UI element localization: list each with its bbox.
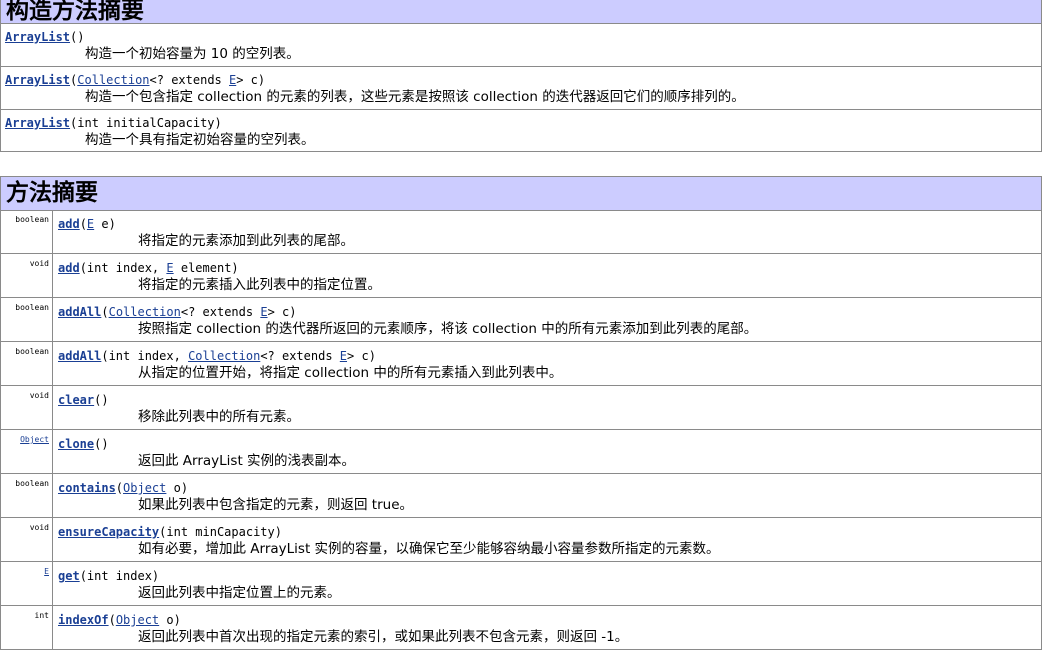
collection-type-link[interactable]: Collection (109, 305, 181, 319)
return-type-cell: Object (1, 430, 53, 473)
object-type-link[interactable]: Object (123, 481, 166, 495)
method-signature: contains(Object o) (58, 481, 189, 495)
constructor-signature: ArrayList(int initialCapacity) (5, 116, 222, 130)
method-link-indexof[interactable]: indexOf (58, 613, 109, 627)
section-gap (0, 156, 1042, 176)
method-link-ensurecapacity[interactable]: ensureCapacity (58, 525, 159, 539)
method-row: boolean addAll(Collection<? extends E> c… (1, 298, 1041, 342)
method-description: 将指定的元素插入此列表中的指定位置。 (138, 277, 381, 293)
type-param-e-link[interactable]: E (340, 349, 347, 363)
method-row: boolean contains(Object o) 如果此列表中包含指定的元素… (1, 474, 1041, 518)
object-type-link[interactable]: Object (20, 435, 49, 444)
constructor-link[interactable]: ArrayList (5, 30, 70, 44)
method-link-addall[interactable]: addAll (58, 305, 101, 319)
javadoc-page: { "constructor_summary": { "title": "构造方… (0, 0, 1042, 655)
return-type: void (1, 254, 53, 297)
constructor-table: ArrayList() 构造一个初始容量为 10 的空列表。 ArrayList… (0, 24, 1042, 152)
method-summary-header: 方法摘要 (0, 176, 1042, 211)
method-link-contains[interactable]: contains (58, 481, 116, 495)
return-type: boolean (1, 210, 53, 253)
method-signature: ensureCapacity(int minCapacity) (58, 525, 282, 539)
method-signature: get(int index) (58, 569, 160, 583)
constructor-row: ArrayList(Collection<? extends E> c) 构造一… (1, 67, 1041, 110)
method-row: int indexOf(Object o) 返回此列表中首次出现的指定元素的索引… (1, 606, 1041, 650)
constructor-row: ArrayList(int initialCapacity) 构造一个具有指定初… (1, 110, 1041, 152)
constructor-description: 构造一个初始容量为 10 的空列表。 (85, 46, 300, 62)
method-row: void add(int index, E element) 将指定的元素插入此… (1, 254, 1041, 298)
type-param-e-link[interactable]: E (44, 567, 49, 576)
constructor-description: 构造一个包含指定 collection 的元素的列表，这些元素是按照该 coll… (85, 89, 745, 105)
method-row: boolean add(E e) 将指定的元素添加到此列表的尾部。 (1, 210, 1041, 254)
constructor-description: 构造一个具有指定初始容量的空列表。 (85, 132, 315, 148)
return-type: void (1, 518, 53, 561)
method-description: 如有必要，增加此 ArrayList 实例的容量，以确保它至少能够容纳最小容量参… (138, 541, 720, 557)
method-row: void ensureCapacity(int minCapacity) 如有必… (1, 518, 1041, 562)
method-description: 返回此列表中指定位置上的元素。 (138, 585, 341, 601)
constructor-signature: ArrayList() (5, 30, 85, 44)
return-type: boolean (1, 474, 53, 517)
return-type: boolean (1, 298, 53, 341)
method-description: 将指定的元素添加到此列表的尾部。 (138, 233, 354, 249)
method-description: 从指定的位置开始，将指定 collection 中的所有元素插入到此列表中。 (138, 365, 563, 381)
type-param-e-link[interactable]: E (260, 305, 267, 319)
type-param-e-link[interactable]: E (166, 261, 173, 275)
constructor-summary-header: 构造方法摘要 (0, 0, 1042, 24)
method-description: 如果此列表中包含指定的元素，则返回 true。 (138, 497, 413, 513)
constructor-row: ArrayList() 构造一个初始容量为 10 的空列表。 (1, 24, 1041, 67)
constructor-signature: ArrayList(Collection<? extends E> c) (5, 73, 266, 87)
object-type-link[interactable]: Object (116, 613, 159, 627)
collection-type-link[interactable]: Collection (188, 349, 260, 363)
return-type: boolean (1, 342, 53, 385)
method-signature: clear() (58, 393, 109, 407)
return-type: void (1, 386, 53, 429)
method-signature: indexOf(Object o) (58, 613, 181, 627)
method-row: boolean addAll(int index, Collection<? e… (1, 342, 1041, 386)
method-row: void clear() 移除此列表中的所有元素。 (1, 386, 1041, 430)
method-description: 返回此 ArrayList 实例的浅表副本。 (138, 453, 356, 469)
method-link-get[interactable]: get (58, 569, 80, 583)
method-link-clone[interactable]: clone (58, 437, 94, 451)
method-link-add[interactable]: add (58, 261, 80, 275)
method-link-add[interactable]: add (58, 217, 80, 231)
method-summary-title: 方法摘要 (6, 180, 98, 206)
constructor-link[interactable]: ArrayList (5, 73, 70, 87)
method-signature: addAll(Collection<? extends E> c) (58, 305, 297, 319)
method-description: 返回此列表中首次出现的指定元素的索引，或如果此列表不包含元素，则返回 -1。 (138, 629, 629, 645)
method-signature: addAll(int index, Collection<? extends E… (58, 349, 376, 363)
method-signature: clone() (58, 437, 109, 451)
method-row: Object clone() 返回此 ArrayList 实例的浅表副本。 (1, 430, 1041, 474)
collection-type-link[interactable]: Collection (77, 73, 149, 87)
method-row: E get(int index) 返回此列表中指定位置上的元素。 (1, 562, 1041, 606)
return-type: int (1, 606, 53, 649)
method-description: 移除此列表中的所有元素。 (138, 409, 300, 425)
return-type-cell: E (1, 562, 53, 605)
method-table: boolean add(E e) 将指定的元素添加到此列表的尾部。 void a… (0, 210, 1042, 650)
method-signature: add(E e) (58, 217, 116, 231)
method-description: 按照指定 collection 的迭代器所返回的元素顺序，将该 collecti… (138, 321, 758, 337)
constructor-link[interactable]: ArrayList (5, 116, 70, 130)
method-signature: add(int index, E element) (58, 261, 239, 275)
constructor-summary-title: 构造方法摘要 (6, 0, 144, 24)
method-link-clear[interactable]: clear (58, 393, 94, 407)
method-link-addall[interactable]: addAll (58, 349, 101, 363)
